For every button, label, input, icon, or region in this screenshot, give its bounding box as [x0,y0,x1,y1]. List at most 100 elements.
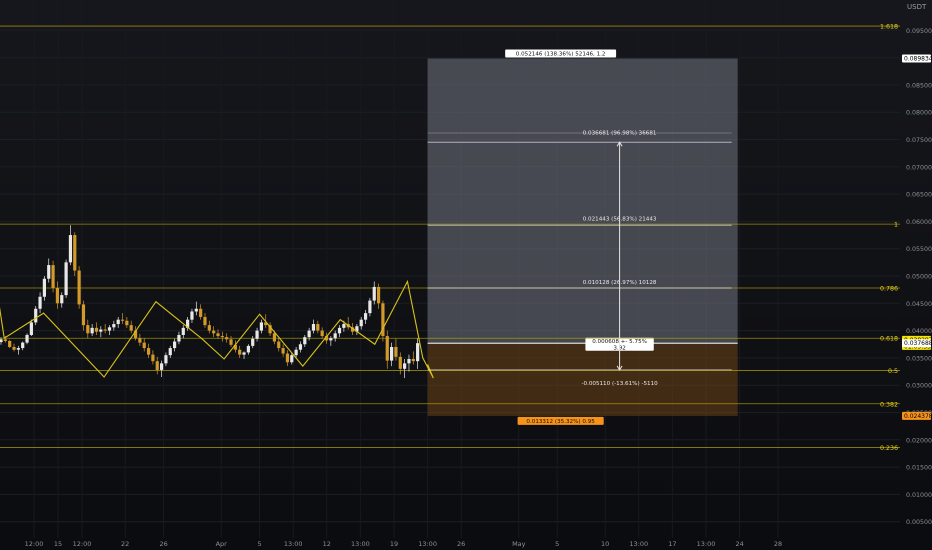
candle-body [194,308,198,312]
candle-body [38,296,42,309]
x-tick-label: 5 [555,540,559,548]
candle-body [42,278,46,297]
candle-body [376,286,381,304]
x-tick-label: Apr [216,540,228,548]
x-tick-label: 12:00 [25,540,44,548]
candle-body [363,313,368,320]
y-tick-label: 0.065000 [906,192,932,199]
candle-body [177,334,181,342]
y-tick-label: 0.045000 [906,301,932,308]
candle-body [51,265,55,289]
candle-body [320,330,324,337]
candle-body [337,327,342,334]
price-badge: 0.024378 [902,411,932,420]
candle-body [303,337,307,345]
x-tick-label: 12 [323,540,331,548]
profit-zone[interactable] [427,58,738,344]
fib-label: 1.618 [880,24,898,31]
price-badge: 0.037688 [902,339,932,348]
candle-body [34,308,38,323]
candle-body [212,330,216,334]
candle-body [277,341,281,349]
candle-body [181,327,185,335]
fib-label: 0.236 [880,445,898,452]
candle [25,333,29,345]
candle-body [16,348,20,350]
candle-body [307,330,311,338]
candle-body [207,325,211,331]
candle-body [229,339,233,345]
y-tick-label: 0.005000 [906,519,932,526]
candle-body [94,327,99,332]
fib-label: 0.5 [888,368,898,375]
candle-body [25,334,29,343]
candle-body [90,327,94,334]
price-badge-text: 0.089834 [904,56,932,63]
candle-body [129,325,133,331]
position-tool[interactable]: 0.052146 (138.36%) 52146, 1.2 0.013312 (3… [427,49,738,426]
candle-body [120,319,125,321]
y-tick-label: 0.085000 [906,82,932,89]
candle-body [398,356,402,369]
y-tick-label: 0.075000 [906,137,932,144]
candle-body [116,319,120,325]
candle [51,260,55,293]
x-tick-label: 10 [601,540,609,548]
candle-body [47,265,51,279]
candle-body [298,344,303,350]
price-chart[interactable]: 0.052146 (138.36%) 52146, 1.2 0.013312 (3… [0,0,932,550]
x-tick-label: 24 [735,540,743,548]
y-tick-label: 0.010000 [906,492,932,499]
candle-body [146,348,151,355]
candle-body [29,322,33,335]
candle-body [151,354,155,362]
price-badge-text: 0.037688 [904,340,932,347]
candle-body [394,346,398,357]
measure-label: 0.021443 (56.83%) 21443 [583,216,657,222]
loss-zone[interactable] [427,343,738,416]
candle-body [199,308,203,317]
x-tick-label: 12:00 [73,540,92,548]
fib-label: 1 [894,222,898,229]
candle [8,339,12,349]
candle-body [246,345,250,353]
candle-body [168,348,172,356]
candle-body [86,325,90,334]
candle-body [238,349,242,355]
fib-label: 0.786 [880,286,898,293]
fib-label: 0.382 [880,401,898,408]
candle-body [64,262,68,296]
x-tick-label: 13:00 [351,540,370,548]
candle-body [411,358,415,362]
candle-body [403,363,407,369]
candle-body [107,327,112,331]
x-tick-label: 22 [121,540,129,548]
candle-body [242,352,246,355]
candle-body [3,339,7,341]
x-tick-label: 26 [159,540,167,548]
candle-body [0,339,3,343]
stop-label-text: 0.013312 (35.32%) 0.95 [526,419,595,425]
candle-body [103,329,107,331]
candle-body [290,355,294,363]
candle-body [311,324,316,331]
candle-body [190,311,194,320]
candle-body [81,304,86,326]
currency-label: USDT [907,3,927,11]
x-tick-label: 17 [668,540,676,548]
x-tick-label: 5 [258,540,262,548]
candle-body [225,337,229,340]
x-tick-label: 28 [774,540,782,548]
candle [77,266,81,309]
candle-body [294,349,298,356]
candle [34,306,38,326]
candle-body [316,324,320,331]
candle [381,300,385,342]
candle-body [251,338,255,346]
candle-body [203,316,207,326]
candle-body [272,333,277,342]
fib-label: 0.618 [880,336,898,343]
x-tick-label: May [512,540,526,548]
candle-body [385,336,389,361]
candle-body [216,333,220,337]
